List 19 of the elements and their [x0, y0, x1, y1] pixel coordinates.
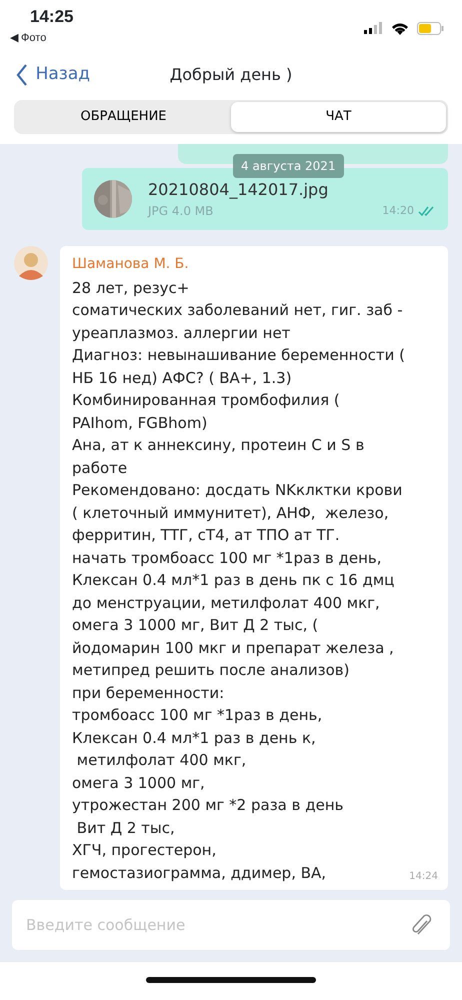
message-text: 28 лет, резус+ соматических заболеваний нет, гиг. заб - уреаплазмоз. аллергии нет Диагноз: невынашивание беременности ( НБ 16 нед) АФС? ( ВА+, 1.3) Комбинированная тромбофилия ( PAIhom, FGBhom) Ана, ат к аннексину, протеин С и S в работе Рекомендовано: досдать NKклктки крови ( клеточный иммунитет), АНФ, железо, ферритин, ТТГ, сТ4, ат ТПО ат ТГ. начать тромбоасс 100 мг *1раз в день, Клексан 0.4 мл*1 раз в день пк с 16 дмц до менструации, метилфолат 400 мкг, омега 3 1000 мг, Вит Д 2 тыс, ( йодомарин 100 мкг и препарат железа , метипред решить после анализов) при беременности: тромбоасс 100 мг *1раз в день, Клексан 0.4 мл*1 раз в день к, метилфолат 400 мкг, омега 3 1000 мг, утрожестан 200 мг *2 раза в день Вит Д 2 тыс, ХГЧ, прогестерон, гемостазиограмма, ддимер, ВА,: [72, 278, 406, 884]
screen-title: Добрый день ): [168, 64, 294, 86]
segment-tab[interactable]: ЧАТ: [231, 102, 446, 132]
file-name[interactable]: 20210804_142017.jpg: [148, 178, 436, 202]
message-time: 14:24: [409, 870, 438, 884]
back-button[interactable]: Назад: [16, 62, 90, 88]
message-input[interactable]: Введите сообщение: [12, 900, 450, 950]
avatar: [14, 246, 48, 280]
sender-name: Шаманова М. Б.: [72, 254, 190, 274]
segment-tab[interactable]: ОБРАЩЕНИЕ: [16, 102, 231, 132]
chevron-left-icon: [16, 64, 28, 86]
signal-icon: [363, 22, 383, 34]
wifi-icon: [391, 22, 409, 34]
battery-icon: [417, 22, 444, 34]
file-info: JPG 4.0 MB: [148, 202, 214, 220]
back-to-app-link[interactable]: ◀ Фото: [10, 30, 74, 46]
date-badge: 4 августа 2021: [233, 154, 344, 178]
message-time: 14:20: [382, 203, 414, 219]
status-time: 14:25: [30, 6, 74, 28]
